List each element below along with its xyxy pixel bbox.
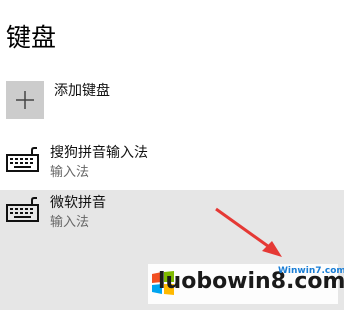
keyboard-name: 微软拼音	[50, 195, 106, 211]
keyboard-icon	[6, 147, 39, 172]
add-keyboard-button[interactable]	[6, 81, 44, 119]
red-arrow-annotation	[215, 207, 282, 257]
add-keyboard-label: 添加键盘	[54, 83, 110, 99]
keyboard-subtitle: 输入法	[50, 215, 90, 230]
keyboard-name: 搜狗拼音输入法	[50, 145, 148, 161]
keyboard-subtitle: 输入法	[50, 165, 90, 180]
add-keyboard-row[interactable]: 添加键盘	[6, 81, 326, 121]
plus-icon	[16, 91, 34, 109]
page-title: 键盘	[6, 23, 57, 52]
keyboard-icon	[6, 197, 39, 222]
watermark: luobowin8.com Winwin7.com	[148, 264, 344, 304]
watermark-subtext: Winwin7.com	[278, 266, 344, 276]
